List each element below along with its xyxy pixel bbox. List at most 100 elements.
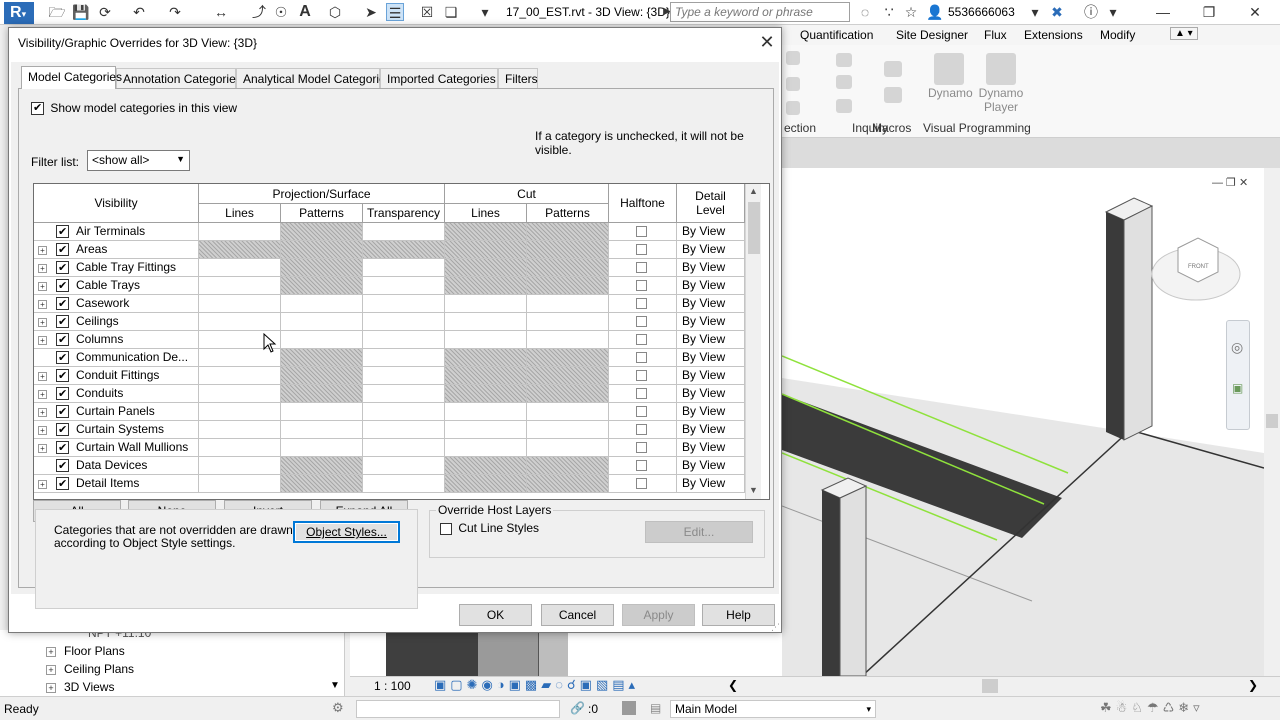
override-cell[interactable] xyxy=(199,259,281,277)
override-cell[interactable] xyxy=(445,457,527,475)
search-input[interactable]: Type a keyword or phrase xyxy=(670,2,850,22)
zoom-icon[interactable]: ▣ xyxy=(1232,381,1243,395)
override-cell[interactable] xyxy=(445,403,527,421)
detail-level-cell[interactable]: By View xyxy=(677,313,745,331)
visibility-checkbox[interactable] xyxy=(56,458,69,475)
override-cell[interactable] xyxy=(527,367,609,385)
override-cell[interactable] xyxy=(363,457,445,475)
override-cell[interactable] xyxy=(527,223,609,241)
table-row[interactable]: + Cable Trays By View xyxy=(34,277,745,295)
expand-icon[interactable]: + xyxy=(38,372,47,381)
dynamo-player-button[interactable]: Dynamo Player xyxy=(978,86,1024,114)
scroll-down-icon[interactable]: ▼ xyxy=(749,485,758,495)
override-cell[interactable] xyxy=(281,241,363,259)
resize-grip-icon[interactable]: ⋰ xyxy=(771,622,780,633)
tab-annotation-categories[interactable]: Annotation Categories xyxy=(116,68,242,88)
override-cell[interactable] xyxy=(445,349,527,367)
override-cell[interactable] xyxy=(199,421,281,439)
halftone-checkbox[interactable] xyxy=(636,226,647,237)
navigation-bar[interactable]: ◎ ▣ xyxy=(1226,320,1250,430)
override-cell[interactable] xyxy=(445,439,527,457)
halftone-checkbox[interactable] xyxy=(636,478,647,489)
workset-icon[interactable]: ⚙ xyxy=(332,700,344,716)
close-hidden-icon[interactable]: ☒ xyxy=(418,3,436,21)
design-options-icon[interactable] xyxy=(622,701,636,715)
detail-level-cell[interactable]: By View xyxy=(677,475,745,493)
inquiry-icon[interactable] xyxy=(836,99,852,113)
section-icon[interactable]: ➤ xyxy=(362,3,380,21)
halftone-checkbox[interactable] xyxy=(636,334,647,345)
override-cell[interactable] xyxy=(527,331,609,349)
override-cell[interactable] xyxy=(527,403,609,421)
override-cell[interactable] xyxy=(363,385,445,403)
minimize-icon[interactable]: — xyxy=(1148,2,1178,22)
dimension-icon[interactable]: ⤴ xyxy=(250,3,268,21)
filter-list-select[interactable]: <show all> ▼ xyxy=(87,150,190,171)
expand-icon[interactable]: + xyxy=(38,426,47,435)
override-cell[interactable] xyxy=(281,457,363,475)
ribbon-tab-extensions[interactable]: Extensions xyxy=(1024,28,1083,42)
ribbon-tool-icon[interactable] xyxy=(786,51,800,65)
override-cell[interactable] xyxy=(281,439,363,457)
override-cell[interactable] xyxy=(445,295,527,313)
communication-icon[interactable]: ∵ xyxy=(880,3,898,21)
expand-icon[interactable]: + xyxy=(38,408,47,417)
override-cell[interactable] xyxy=(363,475,445,493)
ribbon-tab-quantification[interactable]: Quantification xyxy=(800,28,873,42)
text-icon[interactable]: A xyxy=(296,3,314,21)
edit-button[interactable]: Edit... xyxy=(645,521,753,543)
halftone-checkbox[interactable] xyxy=(636,244,647,255)
favorites-star-icon[interactable]: ☆ xyxy=(902,3,920,21)
inquiry-icon[interactable] xyxy=(836,75,852,89)
design-options-edit-icon[interactable]: ▤ xyxy=(650,701,661,715)
browser-item-floor-plans[interactable]: + Floor Plans xyxy=(46,644,125,658)
halftone-checkbox[interactable] xyxy=(636,424,647,435)
halftone-checkbox[interactable] xyxy=(636,460,647,471)
override-cell[interactable] xyxy=(199,223,281,241)
3d-view-icon[interactable]: ⬡ xyxy=(326,3,344,21)
expand-icon[interactable]: + xyxy=(38,318,47,327)
expand-icon[interactable]: + xyxy=(46,665,56,675)
visibility-checkbox[interactable] xyxy=(56,350,69,367)
expand-icon[interactable]: + xyxy=(46,647,56,657)
override-cell[interactable] xyxy=(199,457,281,475)
visibility-checkbox[interactable] xyxy=(56,260,69,277)
cut-line-styles-option[interactable]: Cut Line Styles xyxy=(440,521,539,535)
override-cell[interactable] xyxy=(527,313,609,331)
ribbon-tab-site-designer[interactable]: Site Designer xyxy=(896,28,968,42)
override-cell[interactable] xyxy=(199,241,281,259)
detail-level-cell[interactable]: By View xyxy=(677,457,745,475)
show-model-categories-checkbox[interactable] xyxy=(31,101,44,116)
table-row[interactable]: + Conduit Fittings By View xyxy=(34,367,745,385)
detail-level-cell[interactable]: By View xyxy=(677,295,745,313)
override-cell[interactable] xyxy=(527,349,609,367)
detail-level-cell[interactable]: By View xyxy=(677,277,745,295)
cancel-button[interactable]: Cancel xyxy=(541,604,614,626)
ribbon-tab-modify[interactable]: Modify xyxy=(1100,28,1135,42)
cut-line-styles-checkbox[interactable] xyxy=(440,522,452,535)
detail-level-cell[interactable]: By View xyxy=(677,367,745,385)
hscroll-right-icon[interactable]: ❯ xyxy=(1248,678,1258,692)
override-cell[interactable] xyxy=(363,331,445,349)
visibility-checkbox[interactable] xyxy=(56,404,69,421)
user-name[interactable]: 5536666063 xyxy=(948,5,1015,19)
table-row[interactable]: + Casework By View xyxy=(34,295,745,313)
help-button[interactable]: Help xyxy=(702,604,775,626)
override-cell[interactable] xyxy=(445,241,527,259)
visibility-checkbox[interactable] xyxy=(56,440,69,457)
override-cell[interactable] xyxy=(445,385,527,403)
table-row[interactable]: + Curtain Wall Mullions By View xyxy=(34,439,745,457)
override-cell[interactable] xyxy=(363,259,445,277)
table-row[interactable]: + Detail Items By View xyxy=(34,475,745,493)
help-dropdown-icon[interactable]: ▾ xyxy=(1104,3,1122,21)
visibility-checkbox[interactable] xyxy=(56,314,69,331)
override-cell[interactable] xyxy=(281,349,363,367)
binoculars-icon[interactable]: ◌ xyxy=(856,3,874,21)
selection-filter-icons[interactable]: ☘☃♘☂♺❄▿ xyxy=(1100,700,1204,716)
visibility-checkbox[interactable] xyxy=(56,422,69,439)
override-cell[interactable] xyxy=(445,475,527,493)
detail-level-cell[interactable]: By View xyxy=(677,403,745,421)
override-cell[interactable] xyxy=(199,367,281,385)
override-cell[interactable] xyxy=(445,223,527,241)
override-cell[interactable] xyxy=(445,421,527,439)
